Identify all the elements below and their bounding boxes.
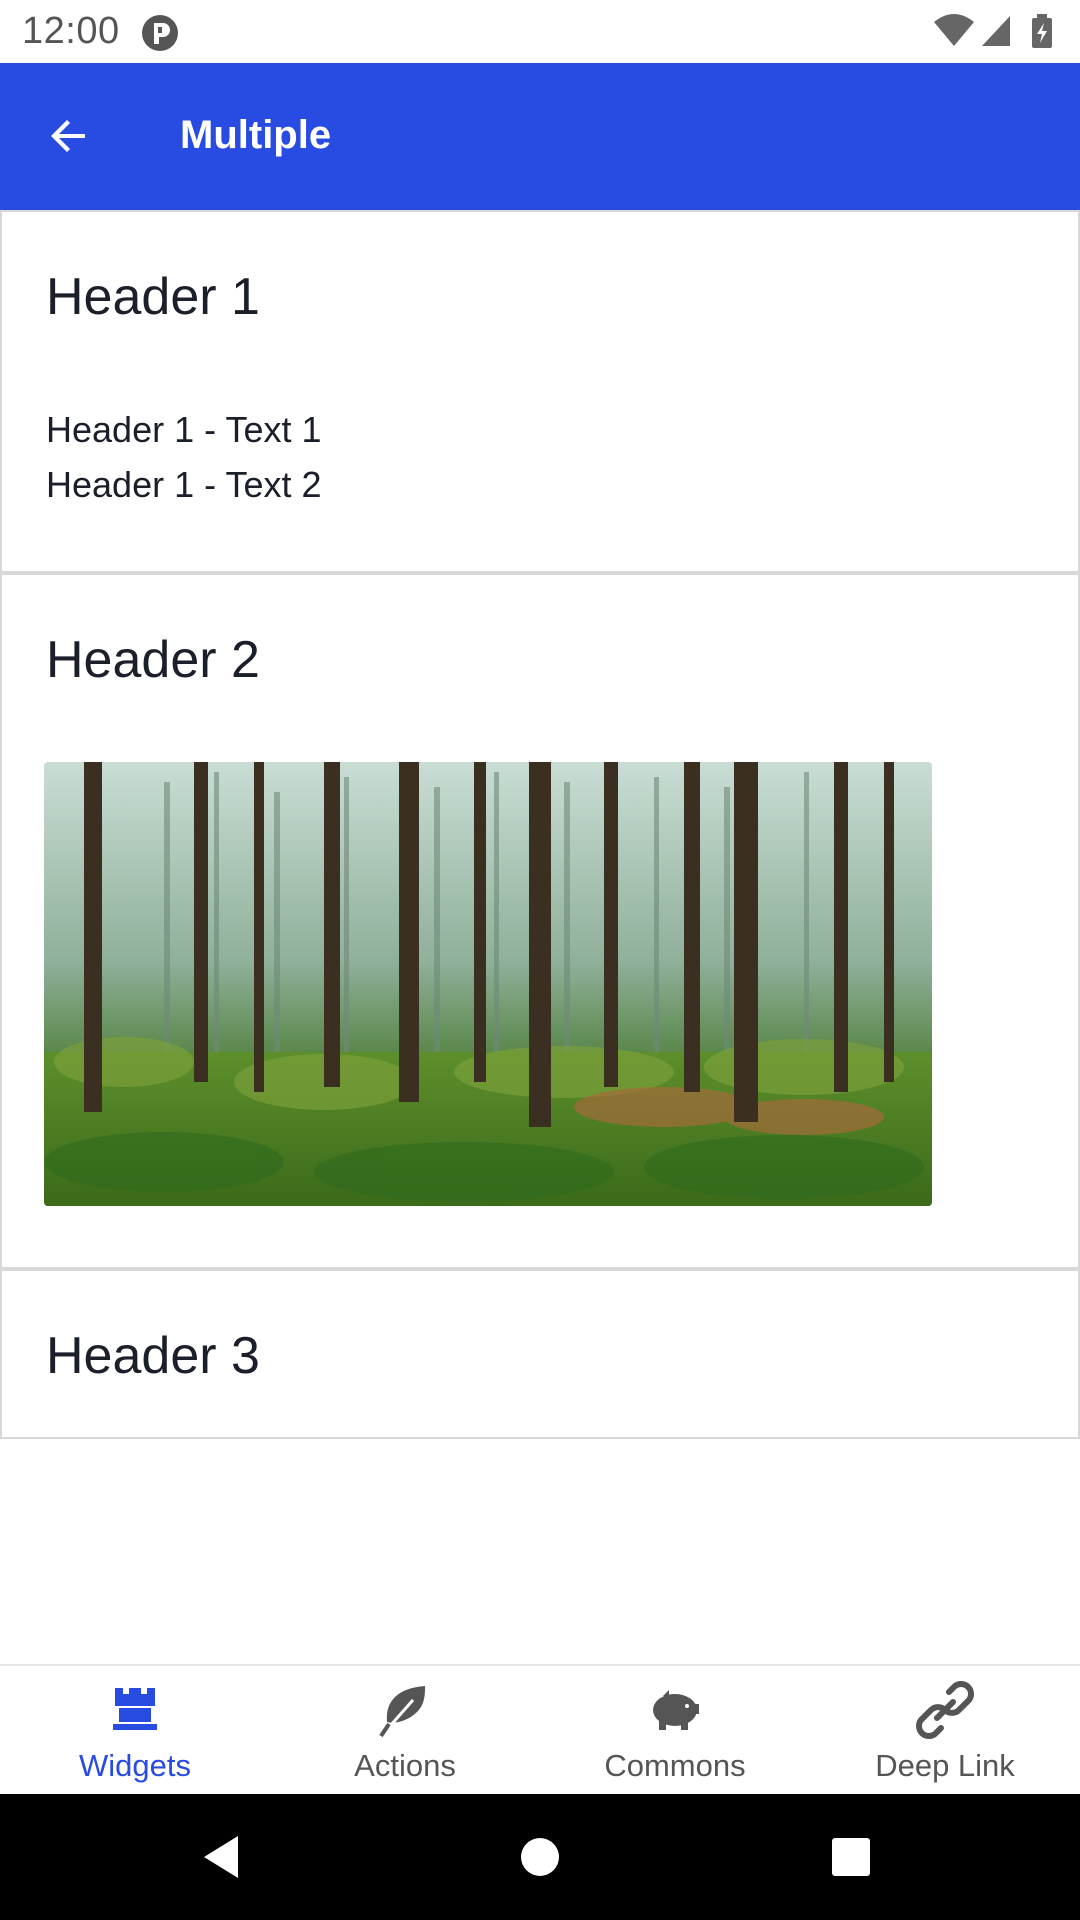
battery-icon [1032,14,1052,48]
leaf-icon [379,1686,425,1738]
system-back-button[interactable] [188,1822,258,1892]
nav-label: Commons [604,1748,746,1783]
system-recents-button[interactable] [816,1822,886,1892]
nav-widgets[interactable]: Widgets [0,1666,270,1794]
card-title: Header 1 [46,268,260,326]
back-button[interactable] [34,101,104,171]
bottom-navigation: Widgets Actions Commons Deep Link [0,1664,1080,1794]
nav-label: Actions [354,1748,456,1783]
nav-label: Deep Link [875,1748,1015,1783]
nav-label: Widgets [79,1748,191,1783]
card-title: Header 2 [46,631,260,689]
app-notification-icon [142,15,178,51]
system-home-button[interactable] [505,1822,575,1892]
nav-commons[interactable]: Commons [540,1666,810,1794]
circle-home-icon [521,1838,559,1876]
page-title: Multiple [180,113,332,157]
castle-icon [113,1688,157,1730]
status-indicators [934,14,1052,48]
square-recents-icon [832,1838,870,1876]
system-navigation-bar [0,1794,1080,1920]
nav-deep-link[interactable]: Deep Link [810,1666,1080,1794]
card-header-3: Header 3 [0,1269,1080,1439]
card-text-2: Header 1 - Text 2 [46,464,322,505]
wifi-icon [934,14,974,46]
nav-actions[interactable]: Actions [270,1666,540,1794]
card-header-1: Header 1 Header 1 - Text 1 Header 1 - Te… [0,210,1080,573]
piggy-bank-icon [653,1690,699,1730]
status-bar: 12:00 [0,0,1080,63]
app-bar: Multiple [0,63,1080,210]
link-icon [916,1681,974,1739]
forest-image [44,762,932,1206]
card-title: Header 3 [46,1327,260,1385]
status-time: 12:00 [22,10,120,52]
arrow-back-icon [51,120,85,152]
cellular-signal-icon [982,16,1010,46]
card-text-1: Header 1 - Text 1 [46,409,322,450]
triangle-back-icon [204,1836,238,1878]
